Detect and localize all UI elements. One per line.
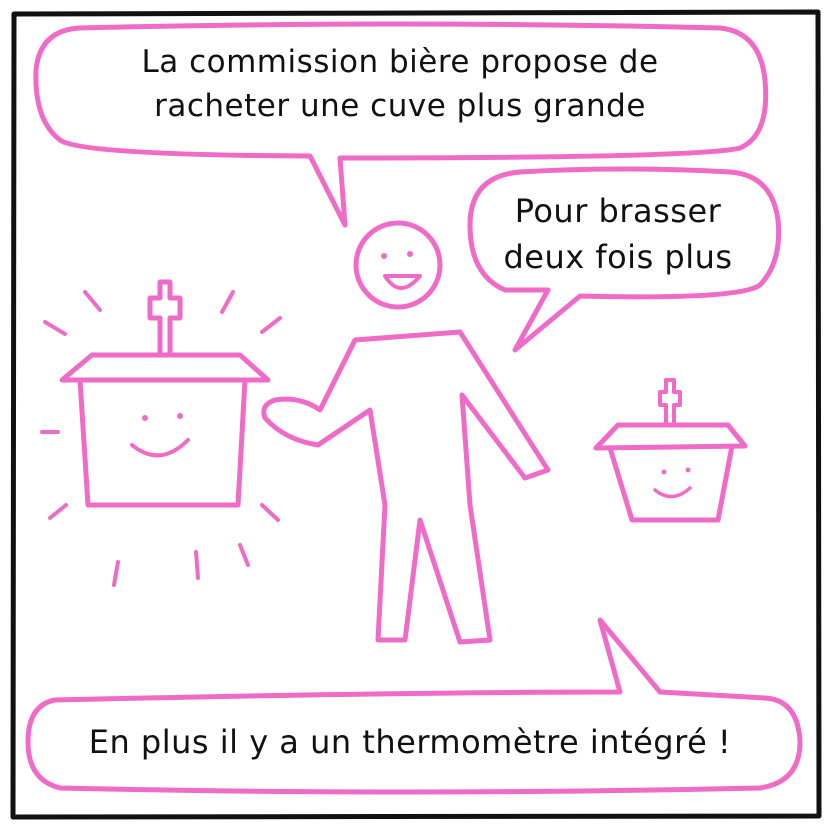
top-bubble-line-2: racheter une cuve plus grande [154,88,646,124]
person-body [261,329,551,645]
small-tank [593,378,748,523]
top-bubble-text: La commission bière propose de racheter … [55,40,745,128]
top-bubble-line-1: La commission bière propose de [141,44,659,80]
bottom-bubble-text: En plus il y a un thermomètre intégré ! [88,723,732,761]
person-head [353,220,443,310]
person-smile [383,274,422,290]
big-tank [59,279,271,508]
comic-panel: La commission bière propose de racheter … [0,0,832,831]
right-bubble-line-2: deux fois plus [503,238,733,276]
person-right-eye [407,251,413,257]
right-bubble-text: Pour brasser deux fois plus [478,188,758,280]
bottom-speech-bubble [25,617,803,795]
right-bubble-line-1: Pour brasser [514,192,722,230]
person-left-eye [381,253,387,259]
